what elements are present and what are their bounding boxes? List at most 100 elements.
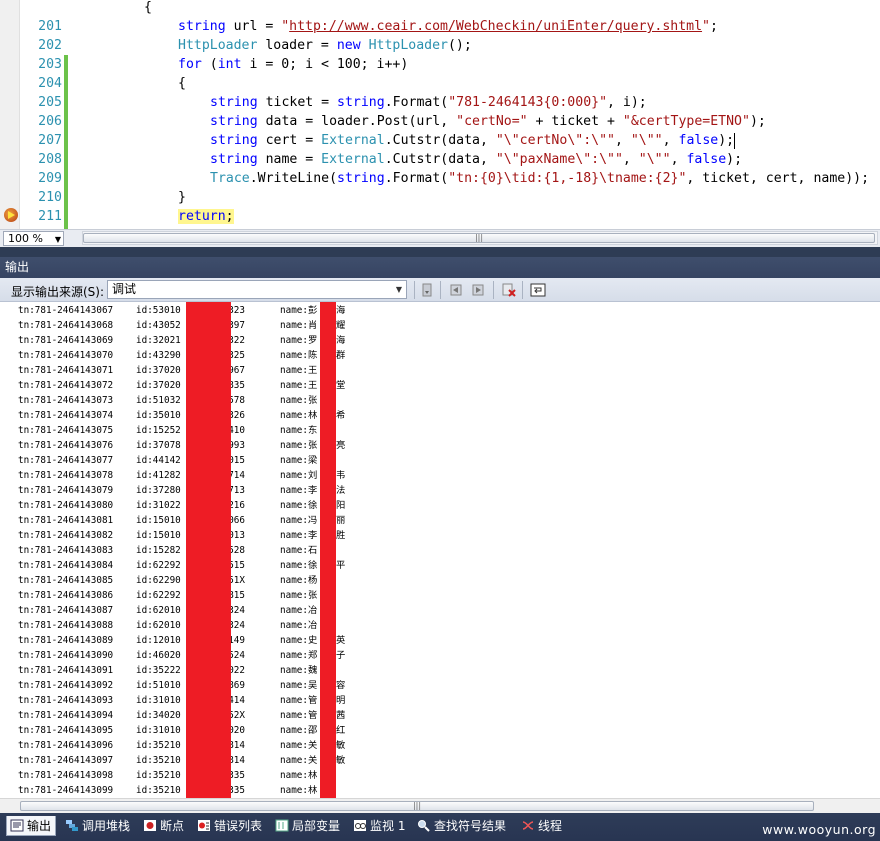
ticket-number: tn:781-2464143098 — [18, 770, 114, 781]
ticket-number: tn:781-2464143071 — [18, 365, 114, 376]
output-text-area[interactable]: tn:781-2464143067 id:53010 73323 name:彭海 tn:… — [0, 302, 880, 798]
tab-watch-1[interactable]: 监视 1 — [350, 816, 405, 836]
name-prefix: name:张 — [280, 395, 318, 406]
name-suffix: 子 — [336, 650, 346, 661]
ticket-number: tn:781-2464143081 — [18, 515, 114, 526]
tab-label: 错误列表 — [214, 819, 263, 833]
name-suffix: 耀 — [336, 320, 346, 331]
tab-locals[interactable]: 局部变量 — [272, 816, 340, 836]
zoom-dropdown[interactable]: 100 % ▼ — [3, 231, 64, 246]
code-editor[interactable]: 201 { 202 string url = "http://www.ceair… — [0, 0, 880, 229]
code-line-203[interactable]: 203 HttpLoader loader = new HttpLoader()… — [0, 36, 880, 93]
tab-call-stack[interactable]: 调用堆栈 — [62, 816, 130, 836]
code-line-206[interactable]: 206 string ticket = string.Format("781-2… — [0, 93, 880, 150]
name-prefix: name:肖 — [280, 320, 318, 331]
name-prefix: name:王 — [280, 365, 318, 376]
ticket-number: tn:781-2464143091 — [18, 665, 114, 676]
id-prefix: id:62010 — [136, 605, 181, 616]
code-line-205[interactable]: 205 { — [0, 74, 880, 131]
code-text: string data = loader.Post(url, "certNo="… — [210, 114, 766, 129]
code-line-201[interactable]: 201 { — [0, 0, 880, 34]
name-prefix: name:林 — [280, 410, 318, 421]
ticket-number: tn:781-2464143072 — [18, 380, 114, 391]
output-source-select[interactable]: 调试 ▼ — [107, 280, 407, 299]
id-prefix: id:51010 — [136, 680, 181, 691]
code-line-202[interactable]: 202 string url = "http://www.ceair.com/W… — [0, 17, 880, 74]
name-suffix: 英 — [336, 635, 346, 646]
watch-icon — [354, 820, 366, 831]
name-suffix: 容 — [336, 680, 346, 691]
name-prefix: name:魏 — [280, 665, 318, 676]
id-prefix: id:37078 — [136, 440, 181, 451]
name-prefix: name:吴 — [280, 680, 318, 691]
scrollbar-thumb[interactable]: ||| — [83, 233, 875, 243]
id-prefix: id:35210 — [136, 770, 181, 781]
call-stack-icon — [66, 820, 78, 831]
code-text: string url = "http://www.ceair.com/WebCh… — [178, 19, 718, 34]
id-prefix: id:31022 — [136, 500, 181, 511]
code-text: string name = External.Cutstr(data, "\"p… — [210, 152, 743, 167]
code-line-211[interactable]: 211 } — [0, 188, 880, 229]
name-prefix: name:张 — [280, 440, 318, 451]
name-prefix: name:徐 — [280, 560, 318, 571]
id-prefix: id:62010 — [136, 620, 181, 631]
ticket-number: tn:781-2464143076 — [18, 440, 114, 451]
id-prefix: id:35210 — [136, 755, 181, 766]
name-prefix: name:林 — [280, 785, 318, 796]
clear-all-icon[interactable] — [501, 282, 517, 298]
tab-threads[interactable]: 线程 — [518, 816, 562, 836]
tab-error-list[interactable]: 错误列表 — [194, 816, 262, 836]
code-line-209[interactable]: 209 string name = External.Cutstr(data, … — [0, 150, 880, 207]
name-prefix: name:杨 — [280, 575, 318, 586]
ticket-number: tn:781-2464143092 — [18, 680, 114, 691]
id-prefix: id:53010 — [136, 305, 181, 316]
scrollbar-thumb[interactable]: ||| — [20, 801, 814, 811]
code-text: string ticket = string.Format("781-24641… — [210, 95, 647, 110]
tab-breakpoints[interactable]: 断点 — [140, 816, 184, 836]
ticket-number: tn:781-2464143096 — [18, 740, 114, 751]
zoom-value: 100 % — [8, 232, 43, 245]
name-suffix: 阳 — [336, 500, 346, 511]
ticket-number: tn:781-2464143097 — [18, 755, 114, 766]
name-prefix: name:李 — [280, 530, 318, 541]
tab-find-symbol-results[interactable]: 查找符号结果 — [414, 816, 506, 836]
name-prefix: name:管 — [280, 710, 318, 721]
editor-horizontal-scrollbar[interactable]: ||| — [82, 231, 878, 245]
toggle-word-wrap-icon[interactable] — [530, 282, 546, 298]
code-text: HttpLoader loader = new HttpLoader(); — [178, 38, 472, 53]
output-horizontal-scrollbar[interactable]: ||| — [0, 798, 880, 813]
code-line-212[interactable]: 212 return; — [0, 207, 880, 229]
ticket-number: tn:781-2464143067 — [18, 305, 114, 316]
name-prefix: name:梁 — [280, 455, 318, 466]
code-line-210[interactable]: 210 Trace.WriteLine(string.Format("tn:{0… — [0, 169, 880, 226]
tool-window-tabs: 输出 调用堆栈 断点 错误列表 局部变量 监视 1 查找符号结果 线程 www.… — [0, 813, 880, 841]
name-suffix: 海 — [336, 305, 346, 316]
tab-output[interactable]: 输出 — [6, 816, 56, 836]
name-prefix: name:罗 — [280, 335, 318, 346]
code-line-208[interactable]: 208 string cert = External.Cutstr(data, … — [0, 131, 880, 188]
id-prefix: id:15282 — [136, 545, 181, 556]
name-suffix: 海 — [336, 335, 346, 346]
find-message-icon[interactable] — [419, 282, 435, 298]
code-line-204[interactable]: 204 for (int i = 0; i < 100; i++) — [0, 55, 880, 112]
go-to-next-message-icon[interactable] — [470, 282, 486, 298]
name-prefix: name:陈 — [280, 350, 318, 361]
ticket-number: tn:781-2464143099 — [18, 785, 114, 796]
name-prefix: name:林 — [280, 770, 318, 781]
ticket-number: tn:781-2464143090 — [18, 650, 114, 661]
redaction-bar-id — [186, 302, 231, 798]
name-suffix: 茜 — [336, 710, 346, 721]
code-text: for (int i = 0; i < 100; i++) — [178, 57, 409, 72]
panel-splitter[interactable] — [0, 247, 880, 257]
output-panel-title: 输出 — [0, 257, 880, 278]
go-to-previous-message-icon[interactable] — [448, 282, 464, 298]
id-prefix: id:62292 — [136, 560, 181, 571]
id-prefix: id:35222 — [136, 665, 181, 676]
name-suffix: 红 — [336, 725, 346, 736]
code-text: { — [144, 0, 152, 15]
code-line-207[interactable]: 207 string data = loader.Post(url, "cert… — [0, 112, 880, 169]
code-text: Trace.WriteLine(string.Format("tn:{0}\ti… — [210, 171, 870, 186]
tab-label: 查找符号结果 — [434, 819, 507, 833]
ticket-number: tn:781-2464143083 — [18, 545, 114, 556]
error-list-icon — [198, 820, 210, 831]
